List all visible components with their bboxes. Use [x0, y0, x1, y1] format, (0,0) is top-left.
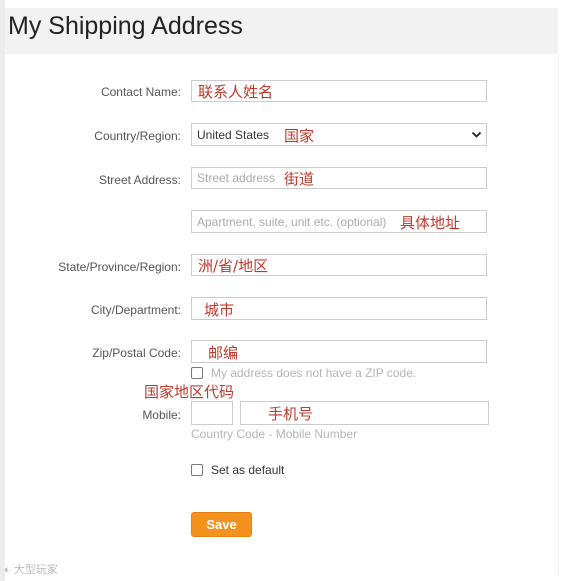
- page-title: My Shipping Address: [8, 12, 243, 40]
- zip-annotation: 邮编: [208, 344, 239, 362]
- mobile-number-annotation: 手机号: [268, 405, 314, 423]
- city-input[interactable]: 城市: [191, 297, 487, 320]
- chevron-down-icon: [471, 125, 482, 148]
- zip-input[interactable]: 邮编: [191, 340, 487, 363]
- mobile-number-input[interactable]: 手机号: [240, 401, 489, 425]
- no-zip-checkbox[interactable]: [191, 367, 203, 379]
- street-address-placeholder: Street address: [197, 171, 276, 185]
- country-code-input[interactable]: [191, 401, 233, 425]
- contact-name-input[interactable]: 联系人姓名: [191, 80, 487, 102]
- zip-label: Zip/Postal Code:: [92, 346, 181, 360]
- country-value: United States: [197, 128, 270, 142]
- street-address-label: Street Address:: [98, 173, 181, 187]
- apartment-placeholder: Apartment, suite, unit etc. (optional): [197, 215, 387, 229]
- save-button[interactable]: Save: [191, 512, 252, 537]
- mobile-hint: Country Code - Mobile Number: [191, 427, 358, 441]
- set-default-label: Set as default: [211, 463, 285, 477]
- country-select[interactable]: United States 国家: [191, 123, 487, 146]
- city-label: City/Department:: [90, 303, 181, 317]
- contact-name-label: Contact Name:: [100, 85, 181, 99]
- city-annotation: 城市: [204, 301, 235, 319]
- watermark-text: 大型玩家: [13, 564, 58, 576]
- state-input[interactable]: 洲/省/地区: [191, 254, 487, 276]
- page-header: My Shipping Address: [5, 8, 558, 54]
- country-code-annotation: 国家地区代码: [144, 383, 235, 401]
- state-label: State/Province/Region:: [58, 260, 181, 274]
- street-address-input[interactable]: Street address 街道: [191, 167, 487, 189]
- panel-border: [558, 54, 559, 574]
- street-annotation: 街道: [284, 170, 315, 188]
- state-annotation: 洲/省/地区: [198, 257, 269, 275]
- watermark-icon: ◐: [4, 564, 14, 576]
- apartment-annotation: 具体地址: [400, 214, 461, 232]
- no-zip-label: My address does not have a ZIP code.: [211, 366, 417, 380]
- contact-name-annotation: 联系人姓名: [198, 83, 274, 101]
- set-default-checkbox[interactable]: [191, 464, 203, 476]
- mobile-label: Mobile:: [142, 408, 181, 422]
- country-label: Country/Region:: [94, 129, 181, 143]
- apartment-input[interactable]: Apartment, suite, unit etc. (optional) 具…: [191, 210, 487, 233]
- watermark: ◐ 大型玩家: [4, 561, 58, 577]
- country-annotation: 国家: [284, 127, 315, 145]
